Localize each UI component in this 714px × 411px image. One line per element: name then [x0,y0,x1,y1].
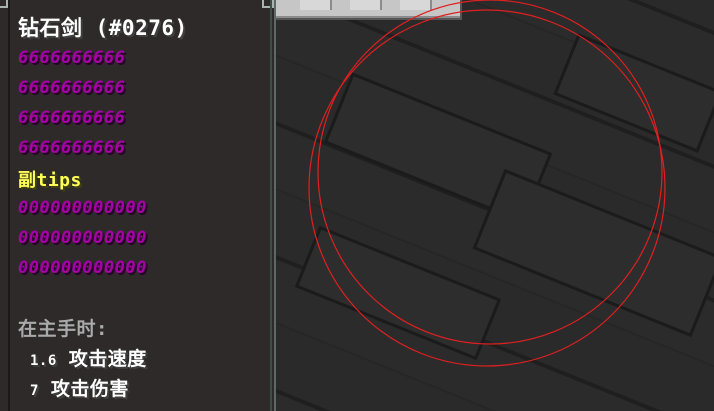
lore-line: 000000000000 [18,228,147,248]
item-title: 钻石剑 (#0276) [18,16,188,40]
lore-line: 6666666666 [18,138,126,158]
stat-value: 7 [30,383,39,399]
red-circle-outer [317,0,663,345]
red-circle-inner [308,9,666,367]
truncated-line [18,402,268,411]
stat-label: 攻击伤害 [50,378,129,400]
attribute-stat: 7 攻击伤害 [30,374,129,401]
lore-line: 000000000000 [18,258,147,278]
stat-value: 1.6 [30,353,57,369]
lore-line: 6666666666 [18,78,126,98]
tooltip-corner [0,0,8,8]
lore-line: 000000000000 [18,198,147,218]
lore-line: 6666666666 [18,108,126,128]
attribute-header: 在主手时: [18,318,108,340]
attribute-stat: 1.6 攻击速度 [30,344,147,371]
sub-tips-label: 副tips [18,170,82,191]
tooltip-corner [262,0,274,8]
hotbar-bottom-edge [320,404,479,411]
stat-label: 攻击速度 [68,348,147,370]
lore-line: 6666666666 [18,48,126,68]
item-tooltip: 钻石剑 (#0276) 6666666666 6666666666 666666… [0,0,276,411]
